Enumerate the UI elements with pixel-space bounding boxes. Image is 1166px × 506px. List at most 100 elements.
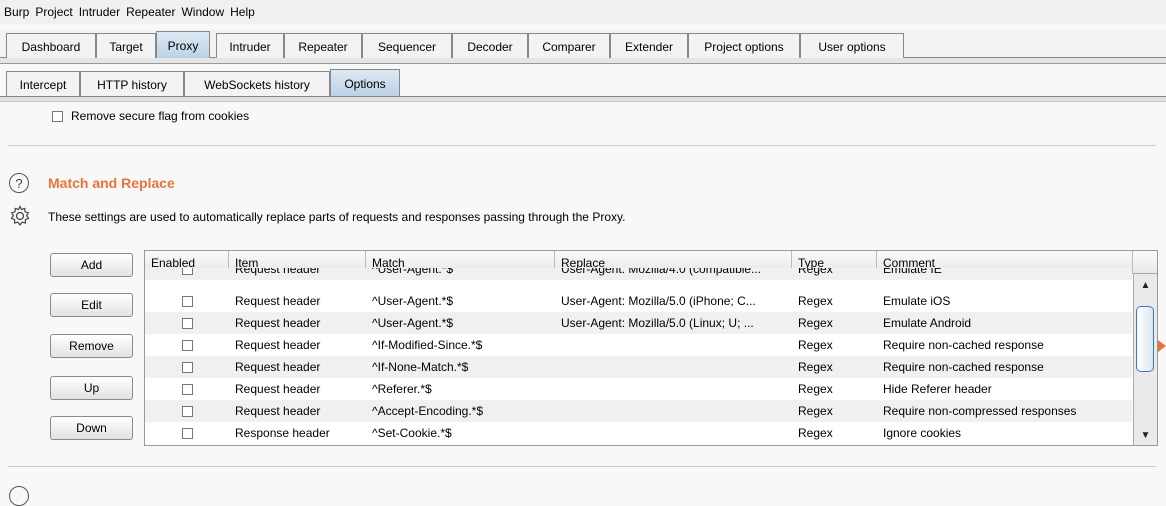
tab-user-options[interactable]: User options bbox=[800, 33, 904, 59]
table-scrollbar[interactable]: ▲ ▼ bbox=[1133, 274, 1157, 445]
help-icon[interactable]: ? bbox=[9, 173, 29, 193]
row-enabled-checkbox[interactable] bbox=[181, 427, 193, 439]
row-enabled-checkbox[interactable] bbox=[181, 361, 193, 373]
row-item: Request header bbox=[235, 404, 321, 418]
section-title: Match and Replace bbox=[48, 175, 175, 191]
tab-sequencer[interactable]: Sequencer bbox=[362, 33, 452, 59]
tab-options[interactable]: Options bbox=[330, 69, 400, 97]
row-enabled-cell bbox=[145, 422, 229, 444]
scroll-down-icon[interactable]: ▼ bbox=[1134, 426, 1157, 444]
row-enabled-checkbox[interactable] bbox=[181, 383, 193, 395]
row-enabled-cell bbox=[145, 400, 229, 422]
row-type: Regex bbox=[798, 360, 833, 374]
down-button[interactable]: Down bbox=[50, 416, 133, 440]
menu-help[interactable]: Help bbox=[230, 5, 255, 19]
row-enabled-cell bbox=[145, 356, 229, 378]
tab-decoder[interactable]: Decoder bbox=[452, 33, 528, 59]
tab-dashboard[interactable]: Dashboard bbox=[6, 33, 96, 59]
row-comment: Require non-cached response bbox=[883, 360, 1044, 374]
table-row[interactable]: Request header ^Accept-Encoding.*$ Regex… bbox=[145, 400, 1132, 422]
row-replace: User-Agent: Mozilla/5.0 (Linux; U; ... bbox=[561, 316, 754, 330]
row-type: Regex bbox=[798, 316, 833, 330]
table-row[interactable]: Request header ^If-None-Match.*$ Regex R… bbox=[145, 356, 1132, 378]
gear-icon[interactable] bbox=[8, 204, 32, 228]
row-enabled-cell bbox=[145, 378, 229, 400]
row-comment: Hide Referer header bbox=[883, 382, 992, 396]
menu-repeater[interactable]: Repeater bbox=[126, 5, 175, 19]
row-enabled-checkbox[interactable] bbox=[181, 339, 193, 351]
tab-http-history[interactable]: HTTP history bbox=[80, 71, 184, 97]
row-enabled-checkbox[interactable] bbox=[181, 268, 193, 275]
menu-window[interactable]: Window bbox=[181, 5, 224, 19]
row-enabled-cell bbox=[145, 312, 229, 334]
table-row[interactable]: Request header ^User-Agent.*$ User-Agent… bbox=[145, 268, 1132, 280]
up-button[interactable]: Up bbox=[50, 376, 133, 400]
row-enabled-cell bbox=[145, 334, 229, 356]
row-replace bbox=[555, 334, 792, 356]
table-row[interactable]: Request header ^Referer.*$ Regex Hide Re… bbox=[145, 378, 1132, 400]
add-button[interactable]: Add bbox=[50, 253, 133, 277]
row-type: Regex bbox=[798, 426, 833, 440]
tab-websockets-history[interactable]: WebSockets history bbox=[184, 71, 330, 97]
row-comment: Emulate iOS bbox=[883, 294, 951, 308]
row-match: ^If-None-Match.*$ bbox=[372, 360, 469, 374]
row-item: Request header bbox=[235, 268, 321, 276]
row-item: Response header bbox=[235, 426, 330, 440]
row-replace: User-Agent: Mozilla/4.0 (compatible... bbox=[561, 268, 762, 276]
tab-proxy[interactable]: Proxy bbox=[156, 31, 210, 59]
row-type: Regex bbox=[798, 268, 833, 276]
table-row[interactable]: Request header ^User-Agent.*$ User-Agent… bbox=[145, 290, 1132, 312]
row-match: ^Accept-Encoding.*$ bbox=[372, 404, 484, 418]
row-enabled-cell bbox=[145, 290, 229, 312]
row-replace bbox=[555, 422, 792, 444]
row-match: ^User-Agent.*$ bbox=[372, 294, 453, 308]
match-replace-table: Enabled Item Match Replace Type Comment … bbox=[144, 250, 1158, 446]
row-enabled-checkbox[interactable] bbox=[181, 317, 193, 329]
remove-secure-flag-checkbox[interactable] bbox=[52, 110, 63, 122]
tab-repeater[interactable]: Repeater bbox=[284, 33, 362, 59]
row-match: ^User-Agent.*$ bbox=[372, 316, 453, 330]
row-enabled-checkbox[interactable] bbox=[181, 295, 193, 307]
row-enabled-cell bbox=[145, 268, 229, 280]
remove-button[interactable]: Remove bbox=[50, 334, 133, 358]
scroll-up-icon[interactable]: ▲ bbox=[1134, 276, 1157, 294]
table-row[interactable]: Request header ^If-Modified-Since.*$ Reg… bbox=[145, 334, 1132, 356]
menu-intruder[interactable]: Intruder bbox=[79, 5, 120, 19]
tab-intercept[interactable]: Intercept bbox=[6, 71, 80, 97]
menu-bar: Burp Project Intruder Repeater Window He… bbox=[0, 0, 1166, 24]
expand-arrow-icon[interactable] bbox=[1158, 340, 1166, 352]
main-tab-bar: Dashboard Target Proxy Intruder Repeater… bbox=[0, 30, 1166, 59]
tab-separator bbox=[0, 58, 1166, 64]
section-divider bbox=[8, 145, 1156, 146]
row-replace: User-Agent: Mozilla/5.0 (iPhone; C... bbox=[561, 294, 756, 308]
tab-extender[interactable]: Extender bbox=[610, 33, 688, 59]
menu-burp[interactable]: Burp bbox=[4, 5, 29, 19]
row-match: ^Referer.*$ bbox=[372, 382, 432, 396]
tab-comparer[interactable]: Comparer bbox=[528, 33, 610, 59]
row-comment: Emulate IE bbox=[883, 268, 942, 276]
table-row[interactable]: Response header ^Set-Cookie.*$ Regex Ign… bbox=[145, 422, 1132, 444]
scroll-thumb[interactable] bbox=[1136, 306, 1154, 372]
sub-tab-separator bbox=[0, 96, 1166, 102]
row-item: Request header bbox=[235, 338, 321, 352]
remove-secure-flag-label: Remove secure flag from cookies bbox=[71, 109, 250, 123]
menu-project[interactable]: Project bbox=[35, 5, 72, 19]
section-divider bbox=[8, 466, 1156, 467]
row-type: Regex bbox=[798, 338, 833, 352]
tab-intruder[interactable]: Intruder bbox=[216, 33, 284, 59]
row-enabled-checkbox[interactable] bbox=[181, 405, 193, 417]
row-match: ^If-Modified-Since.*$ bbox=[372, 338, 483, 352]
table-row[interactable]: Request header ^User-Agent.*$ User-Agent… bbox=[145, 312, 1132, 334]
row-type: Regex bbox=[798, 294, 833, 308]
tab-target[interactable]: Target bbox=[96, 33, 156, 59]
row-type: Regex bbox=[798, 382, 833, 396]
edit-button[interactable]: Edit bbox=[50, 293, 133, 317]
section-description: These settings are used to automatically… bbox=[48, 210, 626, 224]
row-replace bbox=[555, 356, 792, 378]
row-comment: Require non-cached response bbox=[883, 338, 1044, 352]
help-icon[interactable] bbox=[9, 486, 29, 506]
row-replace bbox=[555, 378, 792, 400]
row-replace bbox=[555, 400, 792, 422]
tab-project-options[interactable]: Project options bbox=[688, 33, 800, 59]
row-comment: Emulate Android bbox=[883, 316, 972, 330]
